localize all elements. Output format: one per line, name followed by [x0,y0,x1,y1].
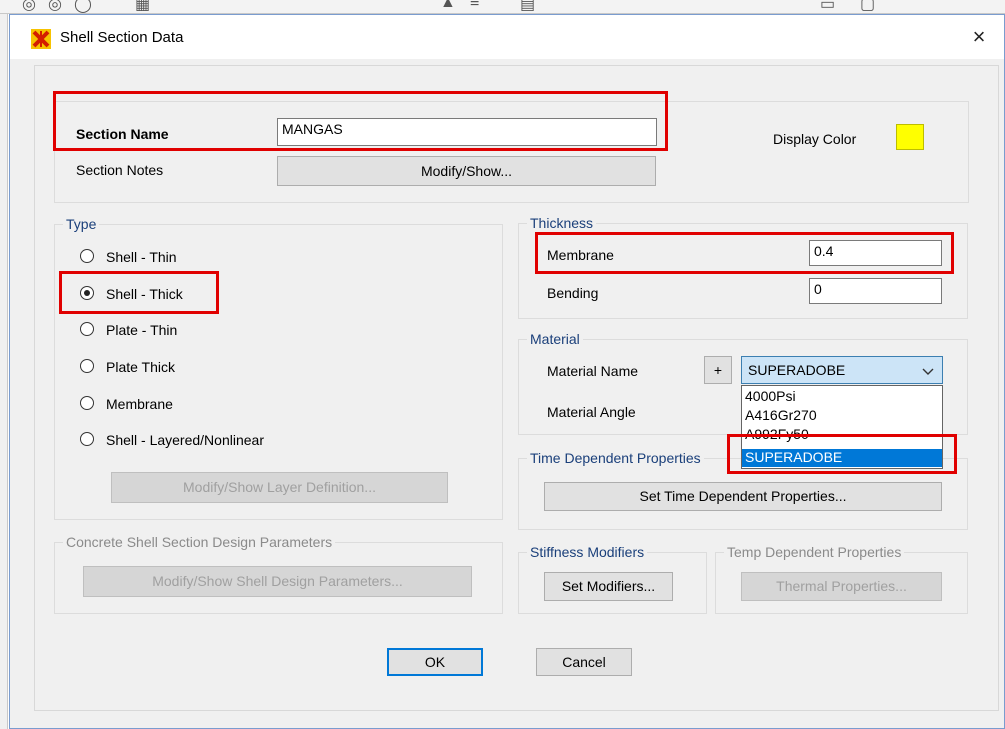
toolbar-icon: ▤ [520,0,536,13]
ok-button[interactable]: OK [387,648,483,676]
radio-label: Shell - Thick [106,286,183,302]
toolbar-icon: ◎ [22,0,36,13]
app-logo-icon [31,29,51,49]
display-color-label: Display Color [773,131,857,147]
membrane-label: Membrane [547,247,614,263]
radio-label: Plate - Thin [106,322,178,338]
radio-membrane[interactable] [80,396,94,410]
radio-shell-layered[interactable] [80,432,94,446]
chevron-down-icon [922,361,934,384]
toolbar-icon: ◎ [48,0,62,13]
material-selected-value: SUPERADOBE [748,362,846,378]
type-legend: Type [63,216,100,232]
time-dependent-legend: Time Dependent Properties [527,450,704,466]
temp-legend: Temp Dependent Properties [724,544,905,560]
radio-label: Plate Thick [106,359,175,375]
close-button[interactable]: × [962,21,996,53]
toolbar-icon: ▦ [135,0,151,13]
radio-shell-thick[interactable] [80,286,94,300]
set-modifiers-button[interactable]: Set Modifiers... [544,572,673,601]
radio-label: Shell - Layered/Nonlinear [106,432,264,448]
bending-label: Bending [547,285,599,301]
shell-design-params-button[interactable]: Modify/Show Shell Design Parameters... [83,566,472,597]
material-option[interactable]: 4000Psi [742,388,942,406]
layer-definition-button[interactable]: Modify/Show Layer Definition... [111,472,448,503]
display-color-swatch[interactable] [896,124,924,150]
concrete-legend: Concrete Shell Section Design Parameters [63,534,336,550]
toolbar-icon: ◯ [74,0,92,13]
dialog-titlebar: Shell Section Data × [10,15,1004,59]
radio-shell-thin[interactable] [80,249,94,263]
parent-toolbar-strip: ◎ ◎ ◯ ▦ ▲ ≡ ▤ ▭ ▢ [0,0,1005,14]
thickness-group: Thickness [518,215,968,319]
section-notes-button[interactable]: Modify/Show... [277,156,656,186]
thermal-properties-button[interactable]: Thermal Properties... [741,572,942,601]
radio-plate-thick[interactable] [80,359,94,373]
add-material-button[interactable]: + [704,356,732,384]
bending-thickness-input[interactable]: 0 [809,278,942,304]
radio-label: Membrane [106,396,173,412]
material-option[interactable]: A992Fy50 [742,426,942,444]
membrane-thickness-input[interactable]: 0.4 [809,240,942,266]
thickness-legend: Thickness [527,215,597,231]
section-notes-label: Section Notes [76,162,164,178]
toolbar-icon: ▭ [820,0,836,13]
material-dropdown-list: 4000Psi A416Gr270 A992Fy50 SUPERADOBE [741,385,943,469]
toolbar-icon: ≡ [470,0,480,11]
section-group [54,101,969,203]
parent-window-frame [0,14,8,729]
dialog-title: Shell Section Data [60,29,184,46]
radio-plate-thin[interactable] [80,322,94,336]
toolbar-icon: ▲ [440,0,456,11]
time-dependent-button[interactable]: Set Time Dependent Properties... [544,482,942,511]
cancel-button[interactable]: Cancel [536,648,632,676]
toolbar-icon: ▢ [860,0,876,13]
material-legend: Material [527,331,583,347]
material-angle-label: Material Angle [547,404,636,420]
stiffness-legend: Stiffness Modifiers [527,544,648,560]
section-name-label: Section Name [76,126,169,142]
material-option-selected[interactable]: SUPERADOBE [742,449,942,467]
radio-label: Shell - Thin [106,249,177,265]
section-name-input[interactable]: MANGAS [277,118,657,146]
material-option[interactable]: A416Gr270 [742,407,942,425]
material-name-select[interactable]: SUPERADOBE [741,356,943,384]
material-name-label: Material Name [547,363,639,379]
